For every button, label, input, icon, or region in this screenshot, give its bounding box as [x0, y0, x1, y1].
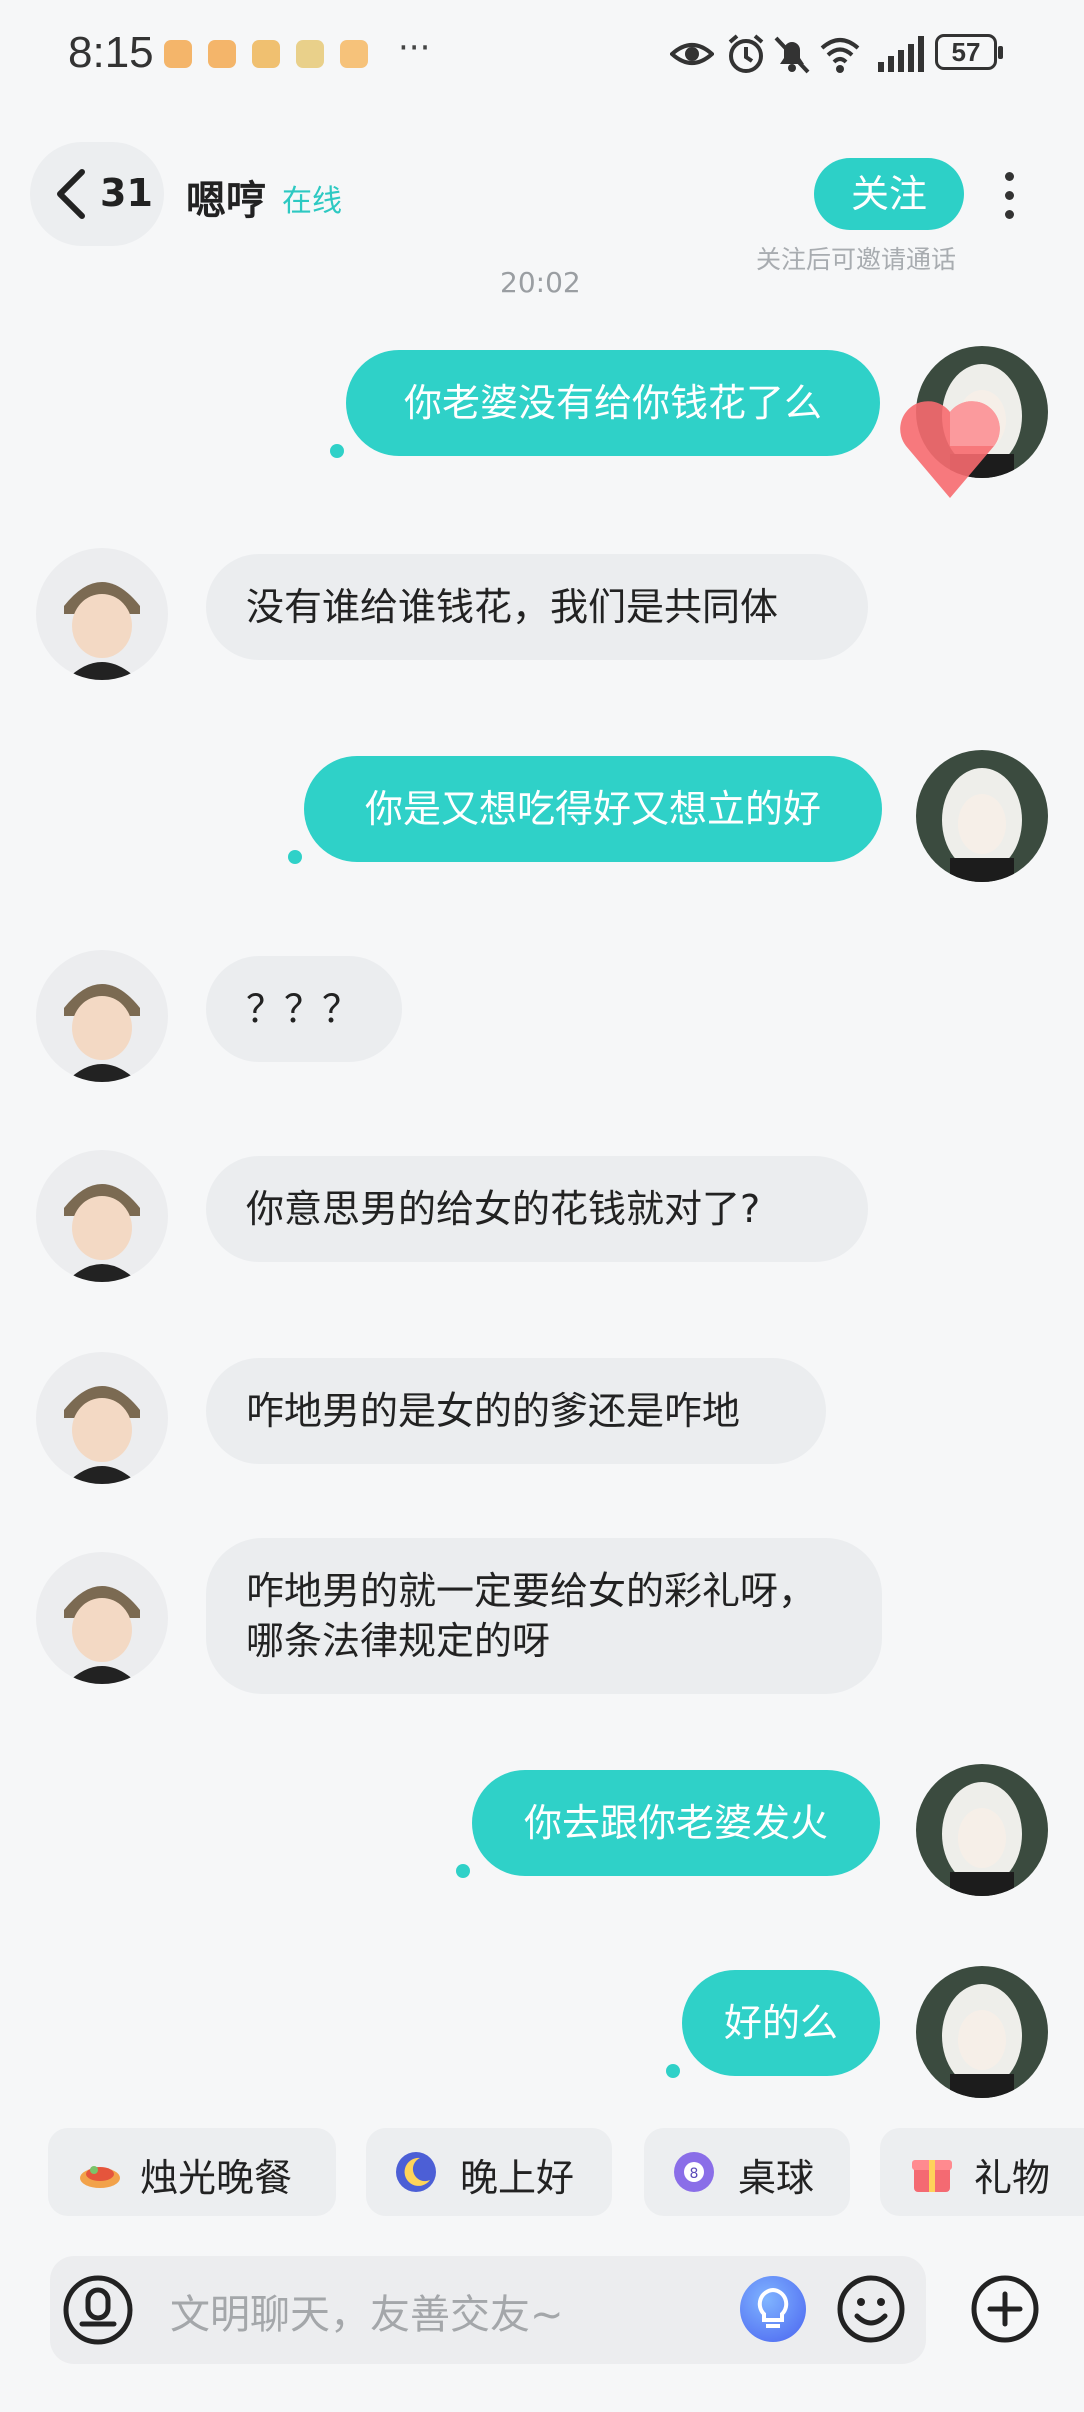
- quick-reply-label: 桌球: [738, 2156, 815, 2200]
- wifi-icon: [820, 38, 860, 73]
- contact-avatar[interactable]: [36, 1552, 168, 1684]
- follow-hint: 关注后可邀请通话: [756, 245, 957, 274]
- outgoing-message-bubble[interactable]: 你是又想吃得好又想立的好: [304, 756, 882, 862]
- quick-reply-billiards[interactable]: 8 桌球: [644, 2128, 850, 2216]
- heart-sticker-icon: [900, 401, 1000, 498]
- chat-timestamp: 20:02: [500, 266, 581, 299]
- quick-reply-gift[interactable]: 礼物: [880, 2128, 1084, 2216]
- outgoing-message-bubble[interactable]: 好的么: [682, 1970, 880, 2076]
- moon-icon: [396, 2152, 436, 2192]
- voice-input-icon[interactable]: [62, 2274, 134, 2346]
- notification-app-icon: [164, 40, 192, 68]
- read-dot: [456, 1864, 470, 1878]
- notification-app-icon: [252, 40, 280, 68]
- message-input[interactable]: 文明聊天，友善交友~: [170, 2282, 564, 2340]
- chevron-left-icon[interactable]: [52, 168, 92, 220]
- quick-reply-label: 晚上好: [460, 2156, 575, 2200]
- read-dot: [330, 444, 344, 458]
- quick-reply-label: 烛光晚餐: [140, 2156, 293, 2200]
- more-notifications-icon: ···: [398, 28, 431, 68]
- notification-app-icon: [208, 40, 236, 68]
- quick-reply-candlelight-dinner[interactable]: 烛光晚餐: [48, 2128, 336, 2216]
- ai-assistant-icon[interactable]: [740, 2276, 806, 2342]
- incoming-message-bubble[interactable]: 你意思男的给女的花钱就对了?: [206, 1156, 868, 1262]
- mute-bell-icon: [774, 36, 810, 74]
- gift-icon: [912, 2160, 952, 2192]
- more-options-icon[interactable]: [994, 166, 1024, 226]
- incoming-message-bubble[interactable]: 咋地男的是女的的爹还是咋地: [206, 1358, 826, 1464]
- incoming-message-bubble[interactable]: 咋地男的就一定要给女的彩礼呀，哪条法律规定的呀: [206, 1538, 882, 1694]
- read-dot: [288, 850, 302, 864]
- contact-name: 嗯哼: [186, 178, 266, 224]
- contact-avatar[interactable]: [36, 1352, 168, 1484]
- svg-text:8: 8: [690, 2166, 699, 2182]
- my-avatar[interactable]: [916, 1966, 1048, 2098]
- online-status: 在线: [282, 184, 342, 219]
- status-time: 8:15: [68, 28, 154, 77]
- contact-avatar[interactable]: [36, 950, 168, 1082]
- battery-indicator: 57: [935, 34, 1003, 70]
- follow-button[interactable]: 关注: [814, 158, 964, 230]
- emoji-icon[interactable]: [836, 2274, 906, 2344]
- notification-app-icon: [296, 40, 324, 68]
- billiard-ball-icon: 8: [674, 2152, 714, 2192]
- incoming-message-bubble[interactable]: 没有谁给谁钱花，我们是共同体: [206, 554, 868, 660]
- read-dot: [666, 2064, 680, 2078]
- status-bar: 8:15 ··· 57: [0, 0, 1084, 110]
- my-avatar[interactable]: [916, 750, 1048, 882]
- quick-reply-good-evening[interactable]: 晚上好: [366, 2128, 612, 2216]
- incoming-message-bubble[interactable]: ？？？: [206, 956, 402, 1062]
- add-icon[interactable]: [970, 2274, 1040, 2344]
- eye-icon: [670, 43, 714, 65]
- outgoing-message-bubble[interactable]: 你去跟你老婆发火: [472, 1770, 880, 1876]
- notification-app-icon: [340, 40, 368, 68]
- unread-count[interactable]: 31: [100, 171, 153, 215]
- alarm-icon: [728, 34, 764, 73]
- candlelight-dinner-icon: [80, 2166, 120, 2188]
- quick-reply-label: 礼物: [974, 2156, 1051, 2200]
- signal-icon: [878, 36, 924, 72]
- contact-avatar[interactable]: [36, 548, 168, 680]
- outgoing-message-bubble[interactable]: 你老婆没有给你钱花了么: [346, 350, 880, 456]
- contact-avatar[interactable]: [36, 1150, 168, 1282]
- my-avatar[interactable]: [916, 1764, 1048, 1896]
